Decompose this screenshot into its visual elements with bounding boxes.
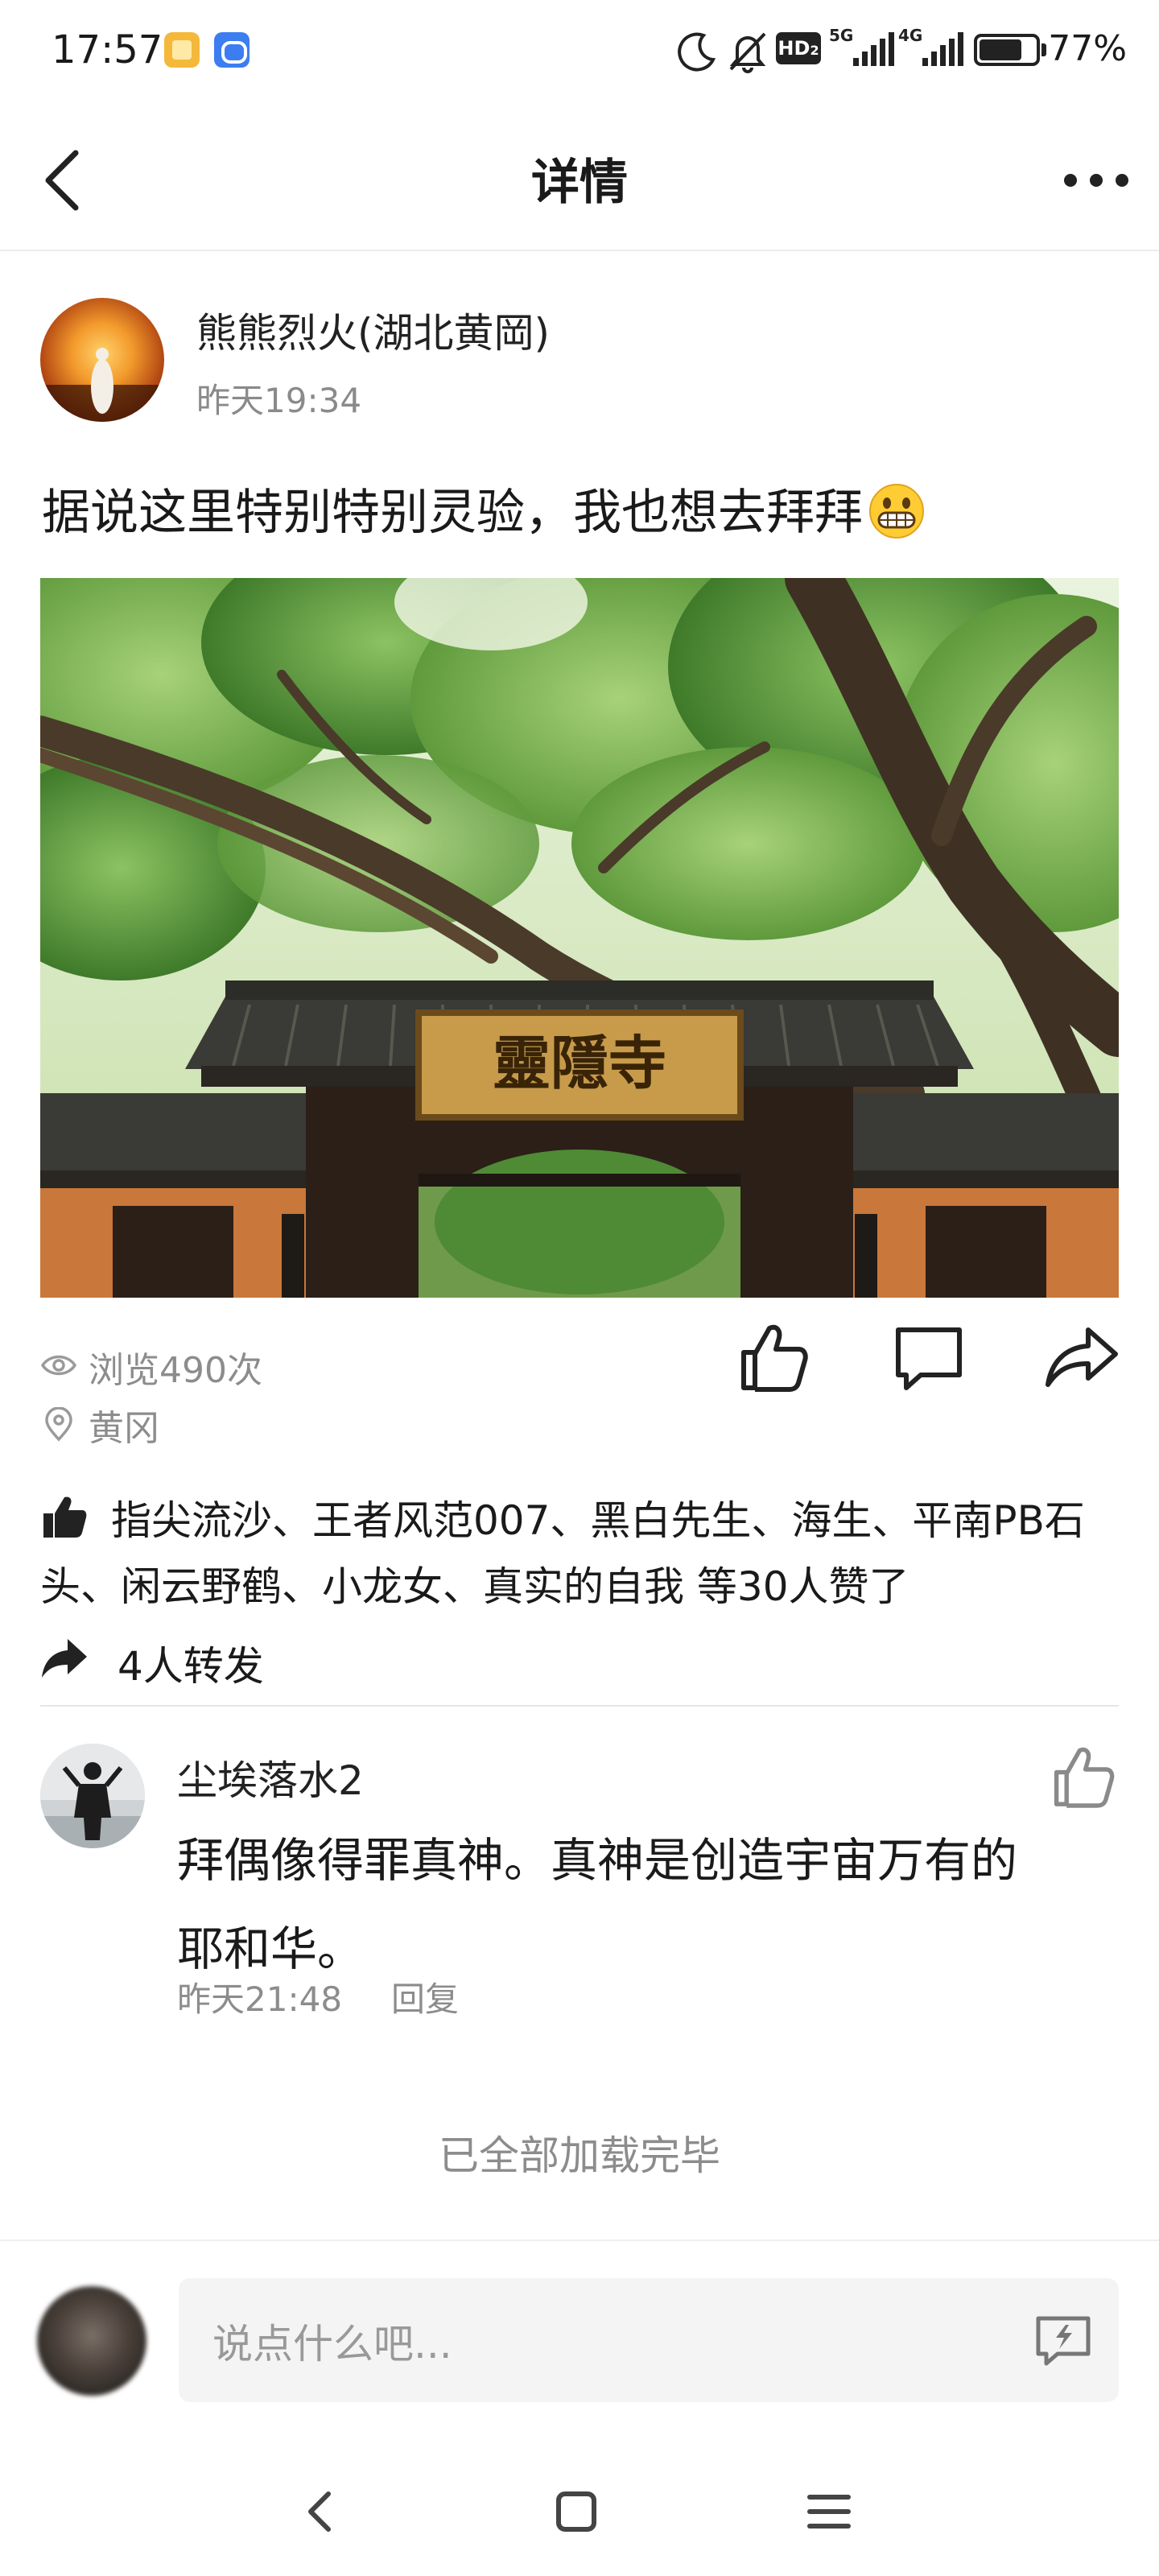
- my-avatar[interactable]: [37, 2286, 146, 2396]
- battery-icon: [974, 34, 1046, 66]
- section-divider: [40, 1705, 1119, 1707]
- post-text: 据说这里特别特别灵验，我也想去拜拜: [42, 473, 926, 543]
- like-button[interactable]: [732, 1317, 813, 1397]
- comment-text: 拜偶像得罪真神。真神是创造宇宙万有的耶和华。: [177, 1833, 1018, 1976]
- quick-reply-icon[interactable]: [1029, 2306, 1098, 2375]
- comment-button[interactable]: [889, 1317, 969, 1397]
- grinning-face-emoji: [869, 484, 924, 539]
- menu-nav-icon: [807, 2495, 851, 2529]
- thumbs-up-icon: [741, 1324, 808, 1392]
- comment-icon: [896, 1327, 962, 1390]
- reply-button[interactable]: 回复: [391, 1972, 459, 2021]
- more-button[interactable]: [1056, 148, 1136, 213]
- comment-time: 昨天21:48: [177, 1979, 343, 2019]
- more-dots-icon: [1064, 174, 1128, 187]
- detail-screen: 17:57 HD2 5G 4G 77% 详情 熊熊烈火(湖北黄岡) 昨天19:3…: [0, 0, 1159, 2576]
- share-filled-icon: [42, 1639, 87, 1678]
- mute-bell-icon: [729, 32, 766, 73]
- 5g-signal-icon: 5G: [829, 26, 895, 69]
- author-name[interactable]: 熊熊烈火(湖北黄岡): [196, 301, 550, 359]
- eye-icon: [40, 1355, 77, 1376]
- share-button[interactable]: [1041, 1317, 1122, 1397]
- nav-bar: 详情: [0, 103, 1159, 251]
- status-time: 17:57: [52, 27, 163, 72]
- status-indicators: HD2 5G 4G 77%: [676, 24, 1127, 80]
- share-icon: [1046, 1327, 1118, 1387]
- plaque-text: 靈隱寺: [493, 1029, 666, 1097]
- system-home-button[interactable]: [544, 2479, 608, 2544]
- input-divider: [0, 2240, 1159, 2241]
- location-pin-icon: [45, 1407, 72, 1442]
- author-avatar[interactable]: [40, 298, 164, 422]
- status-bar: 17:57 HD2 5G 4G 77%: [0, 0, 1159, 103]
- thumbs-up-icon: [1054, 1747, 1115, 1808]
- system-menu-button[interactable]: [797, 2479, 861, 2544]
- notes-app-icon: [164, 32, 200, 68]
- comment-like-button[interactable]: [1046, 1740, 1119, 1813]
- back-nav-icon: [308, 2491, 331, 2532]
- comment-input-placeholder: 说点什么吧...: [212, 2321, 452, 2368]
- post-time: 昨天19:34: [196, 381, 362, 420]
- commenter-name[interactable]: 尘埃落水2: [177, 1748, 364, 1806]
- liked-by-summary[interactable]: 指尖流沙、王者风范007、黑白先生、海生、平南PB石头、闲云野鹤、小龙女、真实的…: [40, 1488, 1119, 1620]
- post-photo[interactable]: 靈隱寺: [40, 578, 1119, 1298]
- system-navigation-bar: [0, 2455, 1159, 2576]
- home-nav-icon: [556, 2491, 596, 2532]
- commenter-avatar[interactable]: [40, 1744, 145, 1848]
- 4g-signal-icon: 4G: [898, 26, 964, 69]
- page-title: 详情: [531, 155, 628, 211]
- hd-icon: HD2: [776, 32, 821, 64]
- moon-icon: [678, 32, 716, 72]
- system-back-button[interactable]: [290, 2479, 354, 2544]
- thumbs-up-filled-icon: [43, 1496, 87, 1538]
- battery-percentage: 77%: [1048, 28, 1127, 69]
- chat-app-icon: [214, 32, 250, 68]
- comment-input[interactable]: 说点什么吧...: [179, 2278, 1119, 2402]
- post-text-body: 据说这里特别特别灵验，我也想去拜拜: [42, 485, 863, 541]
- end-of-list-label: 已全部加载完毕: [439, 2132, 720, 2179]
